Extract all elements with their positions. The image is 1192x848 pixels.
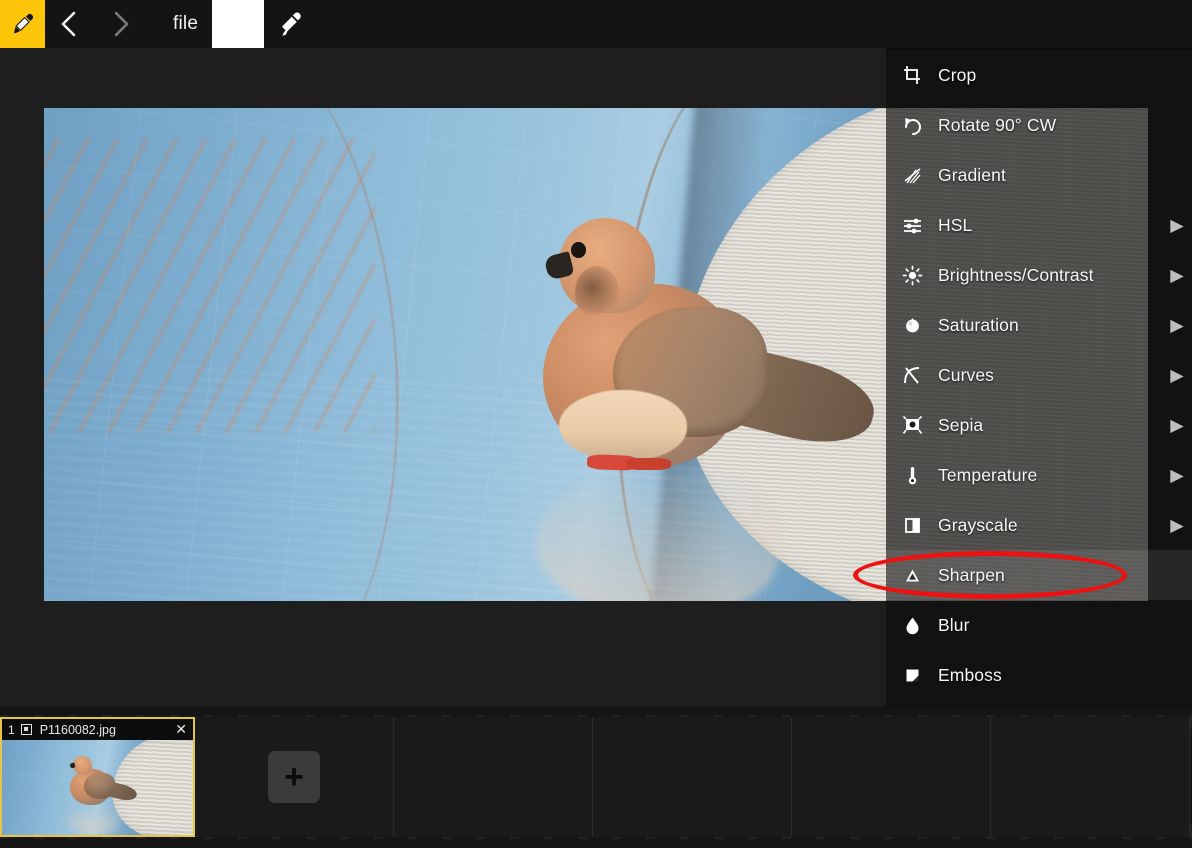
plus-icon: + [284,758,304,796]
thumb-dove [67,753,139,835]
file-menu-button[interactable]: file [145,13,212,35]
menu-item-crop[interactable]: Crop ▶ [886,50,1192,100]
thumbnail-filename: P1160082.jpg [39,722,116,737]
filmstrip-add-cell[interactable]: + [195,717,394,837]
color-swatch-button[interactable] [212,0,265,48]
menu-item-label: Saturation [938,314,1019,335]
thermometer-icon [886,465,938,486]
effects-menu-list: Crop ▶ Rotate 90° CW ▶ [886,50,1192,706]
sun-icon [886,265,938,286]
menu-item-label: HSL [938,214,973,235]
menu-item-curves[interactable]: Curves ▶ [886,350,1192,400]
menu-item-brightness-contrast[interactable]: Brightness/Contrast ▶ [886,250,1192,300]
dove-reflection [536,466,780,601]
menu-item-sepia[interactable]: Sepia ▶ [886,400,1192,450]
curves-icon [886,365,938,386]
history-forward-button[interactable] [95,0,145,48]
menu-item-temperature[interactable]: Temperature ▶ [886,450,1192,500]
eyedropper-icon [282,12,301,36]
menu-item-hsl[interactable]: HSL ▶ [886,200,1192,250]
filmstrip-empty-cell[interactable] [991,717,1190,837]
filmstrip-empty-cell[interactable] [792,717,991,837]
contrast-icon [886,515,938,536]
menu-item-label: Crop [938,64,977,85]
marker-pen-button[interactable] [0,0,45,48]
thumbnail-close-button[interactable]: ✕ [175,721,187,738]
filmstrip-cells: 1 P1160082.jpg ✕ + [0,717,1192,837]
image-editor-window: file Crop Rotate 90° CW Gradient HSL ▶ B… [0,0,1192,848]
chevron-left-icon [61,11,76,37]
rotate-cw-icon [886,115,938,136]
menu-item-saturation[interactable]: Saturation ▶ [886,300,1192,350]
thumb-dove-wing [83,773,115,800]
menu-item-label: Brightness/Contrast [938,264,1094,285]
menu-item-label: Rotate 90° CW [938,114,1057,135]
emboss-icon [886,665,938,686]
droplet-ball-icon [886,315,938,336]
top-toolbar: file [0,0,1192,48]
dove-foot-right [625,458,671,470]
menu-item-grayscale[interactable]: Grayscale ▶ [886,500,1192,550]
thumbnail-titlebar: 1 P1160082.jpg ✕ [2,719,193,740]
filmstrip-empty-cell[interactable] [394,717,593,837]
dove-breast [558,389,687,461]
add-image-button[interactable]: + [268,751,320,803]
menu-item-label: Blur [938,614,970,635]
menu-item-label: Grayscale [938,514,1018,535]
triangle-icon [886,565,938,586]
effects-panel: P1160082.jpg 2838x1263 NaN undefined ? [886,0,1192,706]
menu-item-sharpen[interactable]: Sharpen ▶ [886,550,1192,600]
thumbnail-image [2,740,193,835]
blur-drop-icon [886,615,938,636]
submenu-arrow-icon: ▶ [1170,264,1184,285]
menu-item-emboss[interactable]: Emboss ▶ [886,650,1192,700]
marker-pen-icon [13,13,33,34]
dove-subject [530,207,883,601]
submenu-arrow-icon: ▶ [1170,364,1184,385]
submenu-arrow-icon: ▶ [1170,414,1184,435]
thumb-dove-reflection [68,805,118,835]
submenu-arrow-icon: ▶ [1170,314,1184,335]
menu-item-rotate-90-cw[interactable]: Rotate 90° CW ▶ [886,100,1192,150]
chevron-right-icon [114,11,129,37]
menu-item-label: Sepia [938,414,984,435]
thumb-dove-head [72,755,93,775]
menu-item-label: Curves [938,364,995,385]
menu-item-label: Gradient [938,164,1006,185]
submenu-arrow-icon: ▶ [1170,464,1184,485]
filmstrip-empty-cell[interactable] [593,717,792,837]
filmstrip-thumbnail-1[interactable]: 1 P1160082.jpg ✕ [0,717,195,837]
submenu-arrow-icon: ▶ [1170,514,1184,535]
sliders-icon [886,215,938,236]
thumbnail-marker-icon [20,724,32,735]
menu-item-label: Temperature [938,464,1038,485]
eyedropper-button[interactable] [264,0,316,48]
dove-neck-patch [574,265,620,319]
menu-item-gradient[interactable]: Gradient ▶ [886,150,1192,200]
gradient-icon [886,165,938,186]
menu-item-label: Emboss [938,664,1002,685]
thumbnail-index: 1 [8,722,15,737]
sepia-icon [886,415,938,436]
dove-eye [571,242,586,259]
crop-icon [886,65,938,85]
history-back-button[interactable] [45,0,95,48]
menu-item-blur[interactable]: Blur ▶ [886,600,1192,650]
submenu-arrow-icon: ▶ [1170,214,1184,235]
menu-item-label: Sharpen [938,564,1005,585]
filmstrip: 1 P1160082.jpg ✕ + [0,706,1192,848]
